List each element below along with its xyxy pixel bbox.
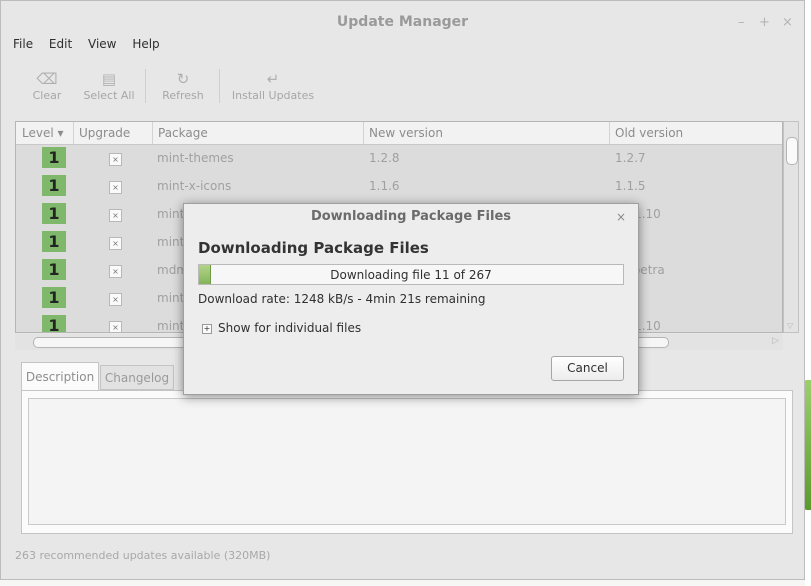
level-badge: 1 [42,315,66,332]
minimize-button[interactable]: – [738,15,745,30]
download-progress-bar: Downloading file 11 of 267 [198,264,624,285]
package-name: mint-x-icons [157,179,232,193]
title-bar[interactable]: Update Manager – + × [1,1,804,35]
install-label: Install Updates [231,89,315,102]
package-name: mint [157,319,185,333]
level-badge: 1 [42,203,66,224]
column-divider [152,122,153,144]
select-all-button[interactable]: ▤ Select All [83,69,135,102]
column-divider [609,122,610,144]
table-row[interactable]: 1 × mint-x-icons 1.1.6 1.1.5 [16,172,782,200]
select-all-label: Select All [83,89,135,102]
tab-changelog[interactable]: Changelog [100,365,174,390]
menu-bar: File Edit View Help [13,37,172,55]
level-badge: 1 [42,175,66,196]
expander-label: Show for individual files [218,321,362,335]
close-button[interactable]: × [782,15,793,30]
dialog-title: Downloading Package Files [310,209,512,224]
upgrade-checkbox[interactable]: × [109,293,122,306]
upgrade-checkbox[interactable]: × [109,237,122,250]
menu-file[interactable]: File [13,37,33,51]
upgrade-checkbox[interactable]: × [109,181,122,194]
column-divider [73,122,74,144]
individual-files-expander[interactable]: + Show for individual files [202,321,361,335]
scroll-right-arrow-icon[interactable]: ▷ [772,336,779,346]
clear-button[interactable]: ⌫ Clear [31,69,63,102]
tab-description[interactable]: Description [21,362,99,390]
refresh-icon: ↻ [176,70,190,88]
level-badge: 1 [42,231,66,252]
level-badge: 1 [42,259,66,280]
upgrade-checkbox[interactable]: × [109,321,122,332]
select-all-icon: ▤ [101,70,117,88]
clear-label: Clear [32,89,62,102]
package-name: mint [157,207,185,221]
window-title: Update Manager [336,14,469,30]
description-panel [21,390,793,534]
refresh-button[interactable]: ↻ Refresh [161,69,205,102]
old-version: 1.1.5 [615,179,646,193]
new-version: 1.2.8 [369,151,400,165]
column-new-version[interactable]: New version [369,126,443,140]
vertical-scroll-thumb[interactable] [786,137,798,165]
upgrade-checkbox[interactable]: × [109,153,122,166]
status-text: 263 recommended updates available (320MB… [15,549,271,562]
vertical-scrollbar[interactable]: ▽ [783,121,799,333]
install-icon: ↵ [266,70,280,88]
install-updates-button[interactable]: ↵ Install Updates [231,69,315,102]
toolbar-separator [219,69,220,103]
package-name: mint [157,291,185,305]
table-header: Level ▾ Upgrade Package New version Old … [16,122,782,145]
column-package[interactable]: Package [158,126,208,140]
column-old-version[interactable]: Old version [615,126,683,140]
new-version: 1.1.6 [369,179,400,193]
refresh-label: Refresh [162,89,204,102]
menu-help[interactable]: Help [132,37,159,51]
package-name: mint-themes [157,151,234,165]
dialog-heading: Downloading Package Files [198,239,429,257]
scroll-down-arrow-icon[interactable]: ▽ [787,321,793,330]
level-badge: 1 [42,287,66,308]
menu-edit[interactable]: Edit [49,37,72,51]
expand-plus-icon: + [202,324,212,334]
level-badge: 1 [42,147,66,168]
dialog-close-icon[interactable]: × [616,210,626,224]
menu-view[interactable]: View [88,37,116,51]
table-row[interactable]: 1 × mint-themes 1.2.8 1.2.7 [16,144,782,172]
toolbar-separator [145,69,146,103]
upgrade-checkbox[interactable]: × [109,265,122,278]
package-name: mint [157,235,185,249]
progress-text: Downloading file 11 of 267 [330,268,492,282]
column-divider [363,122,364,144]
description-text-area[interactable] [28,398,786,525]
maximize-button[interactable]: + [759,15,770,30]
clear-icon: ⌫ [36,70,58,88]
column-upgrade[interactable]: Upgrade [79,126,130,140]
cancel-button[interactable]: Cancel [551,356,624,381]
download-dialog: Downloading Package Files × Downloading … [183,203,639,395]
download-rate-text: Download rate: 1248 kB/s - 4min 21s rema… [198,292,486,306]
upgrade-checkbox[interactable]: × [109,209,122,222]
old-version: 1.2.7 [615,151,646,165]
column-level[interactable]: Level ▾ [22,126,64,140]
